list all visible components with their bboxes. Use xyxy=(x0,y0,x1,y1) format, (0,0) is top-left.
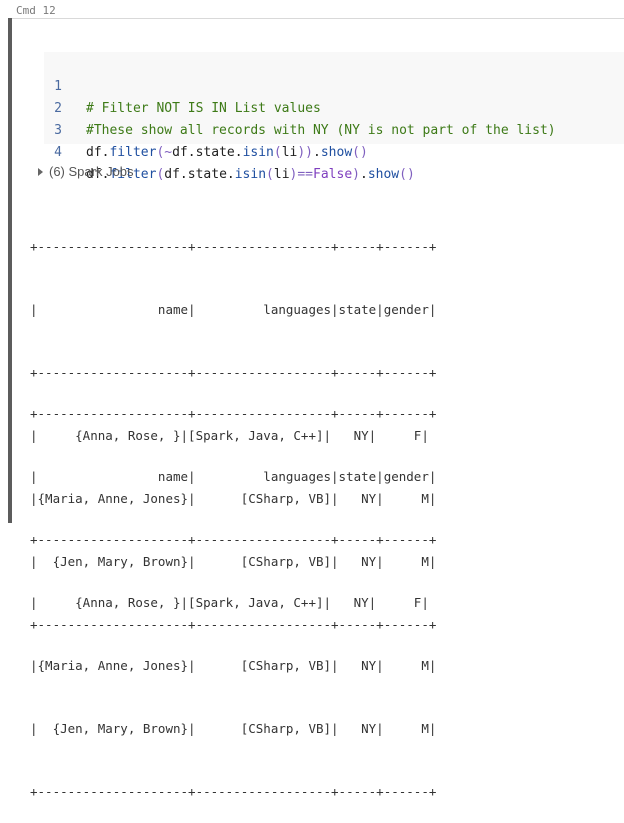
output-line: +--------------------+------------------… xyxy=(30,532,437,547)
cell-label: Cmd 12 xyxy=(16,4,56,17)
code-comment: # Filter NOT IS IN List values xyxy=(86,101,321,116)
code-line-1: 1 # Filter NOT IS IN List values xyxy=(44,54,321,116)
code-line-3: 3 df.filter(~df.state.isin(li)).show() xyxy=(44,98,368,160)
spark-jobs-label: (6) Spark Jobs xyxy=(49,164,134,179)
code-text: df.filter(~df.state.isin(li)).show() xyxy=(86,142,368,164)
code-token: df xyxy=(86,145,102,160)
output-line: |{Maria, Anne, Jones}| [CSharp, VB]| NY|… xyxy=(30,658,437,673)
spark-jobs-toggle[interactable]: (6) Spark Jobs xyxy=(38,164,134,179)
output-line: | {Jen, Mary, Brown}| [CSharp, VB]| NY| … xyxy=(30,721,437,736)
code-token: (~ xyxy=(156,145,173,160)
caret-right-icon[interactable] xyxy=(38,167,43,176)
code-comment: #These show all records with NY (NY is n… xyxy=(86,123,556,138)
code-token: ( xyxy=(266,167,274,182)
output-table-2: +--------------------+------------------… xyxy=(30,361,436,823)
code-token: ) xyxy=(352,167,360,182)
output-line: | {Anna, Rose, }|[Spark, Java, C++]| NY|… xyxy=(30,595,429,610)
code-token: isin xyxy=(242,145,274,160)
code-line-4: 4 df.filter(df.state.isin(li)==False).sh… xyxy=(44,120,415,182)
output-line: +--------------------+------------------… xyxy=(30,784,437,799)
code-token: . xyxy=(359,167,368,182)
code-token: filter xyxy=(109,145,157,160)
code-token: li xyxy=(273,167,290,182)
code-token: df.state. xyxy=(172,145,243,160)
code-token: () xyxy=(352,145,368,160)
code-editor[interactable]: 1 # Filter NOT IS IN List values 2 #Thes… xyxy=(44,52,624,182)
code-token: )) xyxy=(297,145,314,160)
code-token: )== xyxy=(289,167,314,182)
code-token: li xyxy=(281,145,298,160)
output-line: +--------------------+------------------… xyxy=(30,239,437,254)
code-token: False xyxy=(313,167,353,182)
cell-active-indicator xyxy=(8,18,12,523)
code-token: show xyxy=(367,167,400,182)
line-number: 4 xyxy=(54,145,62,160)
output-line: +--------------------+------------------… xyxy=(30,406,437,421)
code-text: df.filter(df.state.isin(li)==False).show… xyxy=(86,164,415,186)
code-token: ( xyxy=(273,145,282,160)
output-line: | name| languages|state|gender| xyxy=(30,469,437,484)
code-line-2: 2 #These show all records with NY (NY is… xyxy=(44,76,555,138)
code-token: isin xyxy=(234,167,267,182)
code-token: show xyxy=(320,145,353,160)
code-token: df.state. xyxy=(164,167,235,182)
output-line: | name| languages|state|gender| xyxy=(30,302,437,317)
code-token: () xyxy=(399,167,415,182)
code-token: . xyxy=(313,145,321,160)
